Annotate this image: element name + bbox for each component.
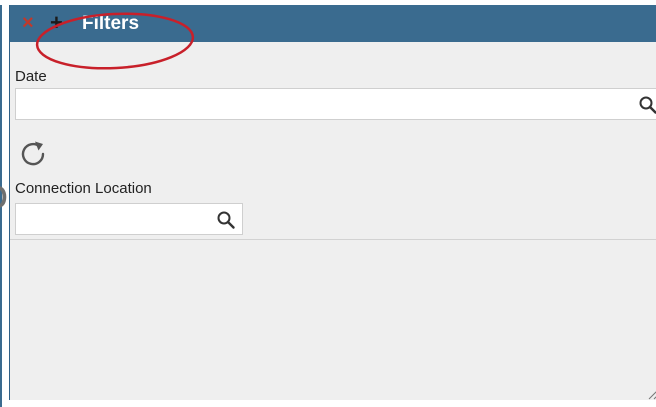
close-button[interactable]: ×	[22, 13, 34, 33]
date-field	[15, 88, 656, 120]
background-text-fragment: l	[0, 228, 1, 268]
connection-location-label: Connection Location	[15, 180, 152, 197]
connection-location-field	[15, 203, 243, 235]
filters-panel: × + Filters Date Connection Location	[9, 5, 656, 400]
search-icon[interactable]	[638, 95, 656, 115]
connection-location-input[interactable]	[16, 204, 212, 234]
screen: o l ser Portal × + Filters Date Connec	[0, 0, 656, 407]
refresh-icon[interactable]	[18, 138, 48, 168]
panel-divider	[10, 239, 656, 240]
filters-panel-header: × + Filters	[10, 5, 656, 42]
panel-title: Filters	[82, 13, 140, 34]
search-icon[interactable]	[216, 210, 236, 230]
add-filter-button[interactable]: +	[50, 12, 63, 34]
date-label: Date	[15, 68, 47, 85]
background-text-fragment: o	[0, 175, 8, 215]
resize-grip-icon[interactable]	[646, 386, 656, 400]
date-input[interactable]	[16, 89, 630, 119]
